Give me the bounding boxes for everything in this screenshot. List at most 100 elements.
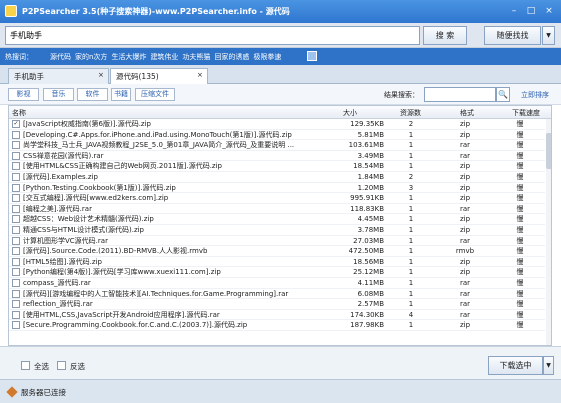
row-sources: 1	[408, 300, 414, 309]
row-checkbox[interactable]	[12, 257, 20, 266]
row-checkbox[interactable]	[12, 289, 20, 298]
row-checkbox[interactable]	[12, 310, 20, 319]
tab-close-icon[interactable]: ×	[197, 70, 203, 80]
column-header-name[interactable]: 名称	[12, 108, 26, 118]
row-checkbox[interactable]	[12, 247, 20, 256]
download-dropdown-arrow[interactable]: ▼	[543, 356, 554, 375]
table-row[interactable]: [Developing.C#.Apps.for.iPhone.and.iPad.…	[9, 130, 545, 141]
download-selected-button[interactable]: 下载选中	[488, 356, 543, 375]
row-checkbox[interactable]	[12, 141, 20, 150]
table-row[interactable]: [使用HTML&CSS正确构建自己的Web网页.2011版].源代码.zip 18…	[9, 161, 545, 172]
table-row[interactable]: [使用HTML,CSS,JavaScript开发Android应用程序].源代码…	[9, 310, 545, 321]
table-row[interactable]: 尚学堂科技_马士兵_JAVA视频教程_J2SE_5.0_第01章_JAVA简介_…	[9, 140, 545, 151]
row-checkbox[interactable]	[12, 278, 20, 287]
close-button[interactable]: ×	[541, 4, 557, 18]
row-checkbox[interactable]	[12, 225, 20, 234]
row-checkbox[interactable]	[12, 236, 20, 245]
row-speed: 慢	[516, 310, 524, 319]
connection-icon	[6, 386, 18, 398]
row-checkbox[interactable]: ✓	[12, 120, 20, 128]
table-row[interactable]: 超越CSS：Web设计艺术精髓(源代码).zip 4.45MB 1 zip 慢	[9, 214, 545, 225]
table-row[interactable]: CSS禅意花园(源代码).rar 3.49MB 1 rar 慢	[9, 151, 545, 162]
row-sources: 1	[408, 215, 414, 224]
table-row[interactable]: [Python编程(第4版)].源代码[学习库www.xuexi111.com]…	[9, 267, 545, 278]
row-speed: 慢	[516, 141, 524, 150]
row-sources: 1	[408, 225, 414, 234]
hot-keyword-link[interactable]: 家的n次方	[75, 53, 107, 61]
filter-books-button[interactable]: 书籍	[111, 88, 131, 101]
column-header-size[interactable]: 大小	[343, 108, 357, 118]
random-search-button[interactable]: 随便找找	[484, 26, 541, 45]
row-name: compass_源代码.rar	[23, 278, 91, 287]
hot-keyword-link[interactable]: 回家的诱惑	[214, 53, 249, 61]
tab-label: 手机助手	[14, 72, 44, 81]
table-row[interactable]: [Secure.Programming.Cookbook.for.C.and.C…	[9, 320, 545, 331]
column-header-speed[interactable]: 下载速度	[512, 108, 540, 118]
row-checkbox[interactable]	[12, 194, 20, 203]
scrollbar-thumb[interactable]	[546, 133, 551, 169]
row-checkbox[interactable]	[12, 130, 20, 139]
refresh-icon[interactable]	[307, 51, 317, 61]
row-checkbox[interactable]	[12, 321, 20, 330]
status-text: 服务器已连接	[21, 388, 66, 397]
row-sources: 1	[408, 257, 414, 266]
row-checkbox[interactable]	[12, 162, 20, 171]
row-size: 5.81MB	[357, 130, 384, 139]
search-button[interactable]: 搜 索	[423, 26, 467, 45]
row-size: 3.49MB	[357, 151, 384, 160]
filter-software-button[interactable]: 软件	[77, 88, 108, 101]
table-row[interactable]: ✓ [JavaScript权威指南(第6版)].源代码.zip 129.35KB 2 z…	[9, 119, 545, 130]
row-checkbox[interactable]	[12, 268, 20, 277]
table-row[interactable]: [源代码].Source.Code.(2011).BD-RMVB.人人影视.rm…	[9, 246, 545, 257]
row-name: [Python编程(第4版)].源代码[学习库www.xuexi111.com]…	[23, 268, 221, 277]
minimize-button[interactable]: –	[506, 4, 522, 18]
row-checkbox[interactable]	[12, 172, 20, 181]
table-row[interactable]: [源代码][游戏编程中的人工智能技术][AI.Techniques.for.Ga…	[9, 289, 545, 300]
table-row[interactable]: compass_源代码.rar 4.11MB 1 rar 慢	[9, 278, 545, 289]
select-all-checkbox[interactable]	[21, 361, 30, 370]
row-speed: 慢	[516, 162, 524, 171]
row-speed: 慢	[516, 204, 524, 213]
hot-keyword-link[interactable]: 功夫熊猫	[182, 53, 210, 61]
row-format: zip	[459, 183, 471, 192]
maximize-button[interactable]: □	[523, 4, 539, 18]
row-size: 2.57MB	[357, 300, 384, 309]
sort-now-link[interactable]: 立即排序	[521, 90, 549, 100]
row-checkbox[interactable]	[12, 204, 20, 213]
table-row[interactable]: reflection_源代码.rar 2.57MB 1 rar 慢	[9, 299, 545, 310]
row-format: zip	[459, 268, 471, 277]
tab-close-icon[interactable]: ×	[98, 70, 104, 80]
table-row[interactable]: [Python.Testing.Cookbook(第1版)].源代码.zip 1.…	[9, 183, 545, 194]
row-sources: 2	[408, 172, 414, 181]
row-checkbox[interactable]	[12, 183, 20, 192]
hot-keyword-link[interactable]: 生活大爆炸	[111, 53, 146, 61]
row-checkbox[interactable]	[12, 215, 20, 224]
hot-keyword-link[interactable]: 源代码	[50, 53, 71, 61]
row-sources: 1	[408, 278, 414, 287]
filter-video-button[interactable]: 影视	[8, 88, 39, 101]
column-header-sources[interactable]: 资源数	[400, 108, 421, 118]
filter-archive-button[interactable]: 压缩文件	[135, 88, 175, 101]
table-row[interactable]: [源代码].Examples.zip 1.84MB 2 zip 慢	[9, 172, 545, 183]
column-header-format[interactable]: 格式	[460, 108, 474, 118]
row-checkbox[interactable]	[12, 151, 20, 160]
random-dropdown-arrow[interactable]: ▼	[542, 26, 555, 45]
result-search-input[interactable]	[424, 87, 496, 102]
search-input[interactable]	[5, 26, 420, 45]
hot-keyword-link[interactable]: 建筑伟业	[150, 53, 178, 61]
table-row[interactable]: 计算机图形学VC源代码.rar 27.03MB 1 rar 慢	[9, 236, 545, 247]
tab-phone-assistant[interactable]: 手机助手 ×	[8, 68, 109, 84]
tab-source-code[interactable]: 源代码(135) ×	[110, 68, 208, 84]
row-sources: 1	[408, 289, 414, 298]
table-row[interactable]: [HTML5绘图].源代码.zip 18.56MB 1 zip 慢	[9, 257, 545, 268]
table-row[interactable]: [交互式编程].源代码[www.ed2kers.com].zip 995.91KB…	[9, 193, 545, 204]
row-format: zip	[459, 194, 471, 203]
table-row[interactable]: [编程之美].源代码.rar 118.83KB 1 rar 慢	[9, 204, 545, 215]
vertical-scrollbar[interactable]	[546, 119, 551, 345]
row-checkbox[interactable]	[12, 300, 20, 309]
search-icon[interactable]: 🔍	[496, 87, 510, 102]
table-row[interactable]: 精通CSS与HTML设计模式(源代码).zip 3.78MB 1 zip 慢	[9, 225, 545, 236]
filter-music-button[interactable]: 音乐	[43, 88, 74, 101]
invert-selection-checkbox[interactable]	[57, 361, 66, 370]
hot-keyword-link[interactable]: 极限拳速	[253, 53, 281, 61]
